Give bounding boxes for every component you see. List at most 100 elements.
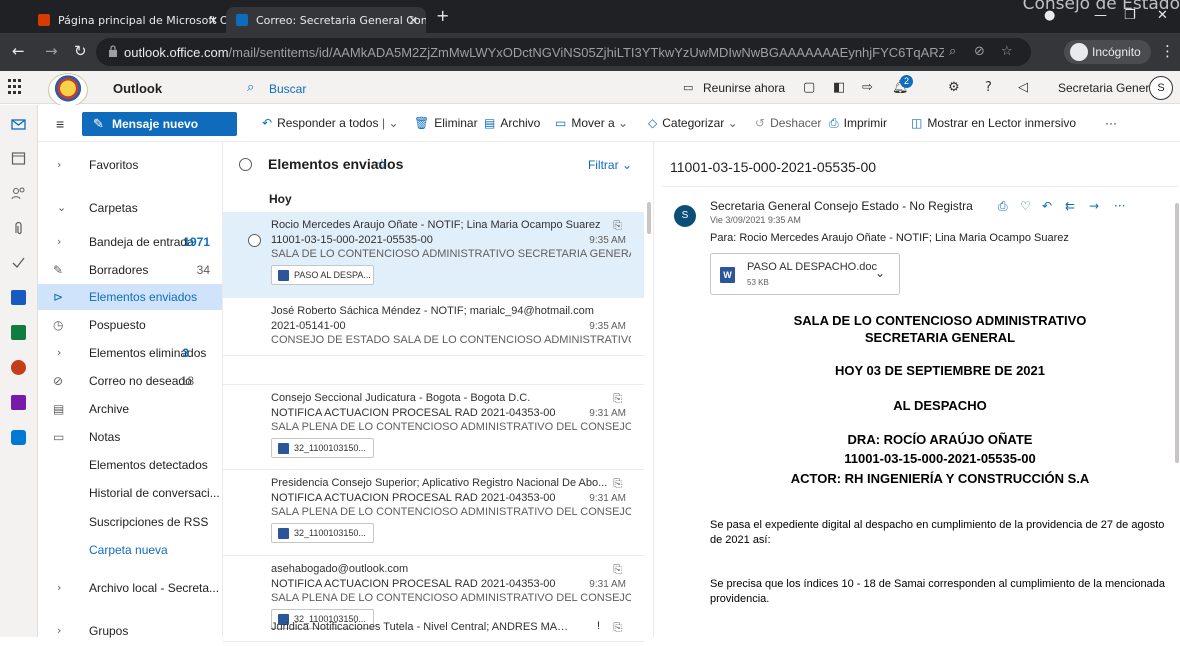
move-to-button[interactable]: ▭ Mover a ⌄ (555, 116, 628, 130)
browser-tab-office[interactable]: Página principal de Microsoft Offi ✕ (28, 7, 226, 33)
message-item[interactable]: Presidencia Consejo Superior; Aplicativo… (223, 470, 644, 556)
attachment-chip[interactable]: 32_1100103150... (271, 523, 374, 543)
calendar-icon[interactable] (11, 151, 26, 166)
folder-group-folders[interactable]: ⌄ Carpetas (38, 195, 222, 221)
attachment-card[interactable]: W PASO AL DESPACHO.doc 53 KB ⌄ (710, 253, 900, 295)
reply-all-icon[interactable]: ⇇ (1065, 199, 1075, 213)
reply-icon[interactable]: ↶ (1042, 199, 1052, 213)
message-sender: Presidencia Consejo Superior; Aplicativo… (271, 477, 608, 489)
message-item[interactable]: Consejo Seccional Judicatura - Bogota - … (223, 384, 644, 470)
new-message-button[interactable]: ✎ Mensaje nuevo (82, 112, 237, 136)
forward-icon[interactable]: → (45, 42, 58, 60)
browser-tab-mail[interactable]: Correo: Secretaria General Conse ✕ (226, 7, 426, 33)
onenote-app-icon[interactable] (11, 395, 26, 410)
close-tab-icon[interactable]: ✕ (409, 14, 418, 27)
new-tab-button[interactable]: + (436, 6, 449, 25)
browser-menu-icon[interactable]: ⋮ (1160, 42, 1175, 60)
unread-count: 3 (182, 346, 189, 360)
browser-tab-strip: Página principal de Microsoft Offi ✕ Cor… (0, 0, 1180, 33)
select-all-checkbox[interactable] (239, 158, 252, 171)
folder-archive[interactable]: ▤ Archive (38, 396, 222, 422)
help-icon[interactable]: ? (985, 80, 992, 95)
reply-all-button[interactable]: ↶ Responder a todos (262, 116, 378, 130)
print-icon[interactable]: ⎙ (998, 199, 1008, 214)
message-item[interactable]: Juridica Notificaciones Tutela - Nivel C… (223, 614, 644, 644)
delete-button[interactable]: 🗑︎ Eliminar (414, 116, 478, 130)
app-launcher-icon[interactable] (8, 79, 24, 95)
folder-conversation-history[interactable]: Historial de conversaci... (38, 480, 222, 506)
folder-rss[interactable]: Suscripciones de RSS (38, 509, 222, 535)
message-sender: José Roberto Sáchica Méndez - NOTIF; mar… (271, 305, 594, 317)
teams-chat-icon[interactable]: ▢ (803, 80, 815, 95)
folder-notes[interactable]: ▭ Notas (38, 424, 222, 450)
like-icon[interactable]: ♡ (1020, 199, 1031, 213)
categorize-button[interactable]: ◇ Categorizar ⌄ (648, 116, 738, 130)
folder-junk[interactable]: ⊘ Correo no deseado 18 (38, 368, 222, 394)
feedback-icon[interactable]: ◁ (1018, 80, 1028, 95)
folder-local-archive[interactable]: › Archivo local - Secreta... (38, 575, 222, 601)
chevron-right-icon: › (57, 346, 62, 359)
onenote-icon[interactable]: ◧ (833, 80, 845, 95)
incognito-badge[interactable]: Incógnito (1064, 40, 1151, 64)
settings-gear-icon[interactable]: ⚙ (948, 80, 960, 95)
attachment-chip[interactable]: 32_1100103150... (271, 438, 374, 458)
folder-snoozed[interactable]: ◷ Pospuesto (38, 312, 222, 338)
body-heading: SECRETARIA GENERAL (864, 330, 1016, 345)
folder-detected-items[interactable]: Elementos detectados (38, 452, 222, 478)
hamburger-menu-icon[interactable]: ≡ (56, 116, 64, 132)
more-icon[interactable]: ··· (1114, 199, 1125, 213)
recipients: Para: Rocio Mercedes Araujo Oñate - NOTI… (710, 232, 1069, 244)
back-icon[interactable]: ← (12, 42, 25, 60)
people-icon[interactable] (11, 186, 26, 201)
message-item[interactable]: José Roberto Sáchica Méndez - NOTIF; mar… (223, 298, 644, 356)
message-item[interactable]: Rocio Mercedes Araujo Oñate - NOTIF; Lin… (223, 212, 644, 298)
scrollbar-thumb[interactable] (1175, 203, 1179, 463)
print-button[interactable]: ⎙ Imprimir (829, 116, 887, 131)
attachment-chip[interactable]: PASO AL DESPA... (271, 265, 374, 285)
powerpoint-icon[interactable] (11, 360, 26, 375)
address-bar[interactable]: outlook.office.com/mail/sentitems/id/AAM… (96, 38, 1031, 66)
attachment-icon: ⎘ (613, 563, 622, 576)
undo-button[interactable]: ↺ Deshacer (755, 116, 821, 130)
message-list-scrollbar[interactable] (645, 192, 653, 622)
chevron-down-icon[interactable]: ⌄ (875, 266, 885, 280)
select-radio[interactable] (248, 234, 261, 247)
folder-sent-items[interactable]: ⊳ Elementos enviados (38, 284, 222, 310)
forward-icon[interactable]: → (1089, 199, 1099, 213)
attachment-icon[interactable] (11, 221, 26, 236)
mail-icon[interactable] (11, 117, 26, 132)
todo-check-icon[interactable] (11, 255, 26, 270)
excel-icon[interactable] (11, 325, 26, 340)
sender-name[interactable]: Secretaria General Consejo Estado - No R… (710, 199, 973, 213)
tracking-off-icon[interactable]: ⊘ (974, 44, 985, 59)
sender-avatar[interactable]: S (674, 205, 696, 227)
favorite-star-icon[interactable]: ☆ (376, 156, 388, 172)
word-icon[interactable] (11, 290, 26, 305)
folder-drafts[interactable]: ✎ Borradores 34 (38, 257, 222, 283)
reload-icon[interactable]: ↻ (74, 42, 87, 60)
reading-pane-scrollbar[interactable] (1174, 197, 1180, 637)
folder-deleted-items[interactable]: › Elementos eliminados 3 (38, 340, 222, 366)
reply-dropdown-icon[interactable]: | ⌄ (382, 116, 399, 130)
close-tab-icon[interactable]: ✕ (209, 14, 218, 27)
app-name[interactable]: Outlook (113, 81, 162, 96)
zoom-icon[interactable]: ⌕ (949, 44, 956, 59)
bookmark-star-icon[interactable]: ☆ (1001, 44, 1013, 59)
folder-inbox[interactable]: › Bandeja de entrada 1971 (38, 229, 222, 255)
sent-date: Vie 3/09/2021 9:35 AM (710, 215, 801, 225)
immersive-reader-button[interactable]: ◫ Mostrar en Lector inmersivo (911, 116, 1076, 130)
message-time: 9:31 AM (589, 579, 626, 590)
search-input[interactable]: Buscar (269, 82, 306, 96)
archive-button[interactable]: ▤ Archivo (484, 116, 540, 130)
more-actions-button[interactable]: ··· (1105, 116, 1117, 130)
folder-group-favorites[interactable]: › Favoritos (38, 152, 222, 178)
avatar[interactable]: S (1149, 76, 1173, 100)
scrollbar-thumb[interactable] (647, 202, 651, 234)
my-day-icon[interactable]: ⇨ (862, 80, 873, 95)
onedrive-icon[interactable] (11, 430, 26, 445)
meet-now-button[interactable]: Reunirse ahora (703, 81, 785, 95)
filter-button[interactable]: Filtrar ⌄ (588, 158, 632, 172)
search-box[interactable]: ⌕ Buscar (247, 78, 547, 100)
new-folder-link[interactable]: Carpeta nueva (38, 537, 222, 563)
folder-groups[interactable]: › Grupos (38, 618, 222, 644)
